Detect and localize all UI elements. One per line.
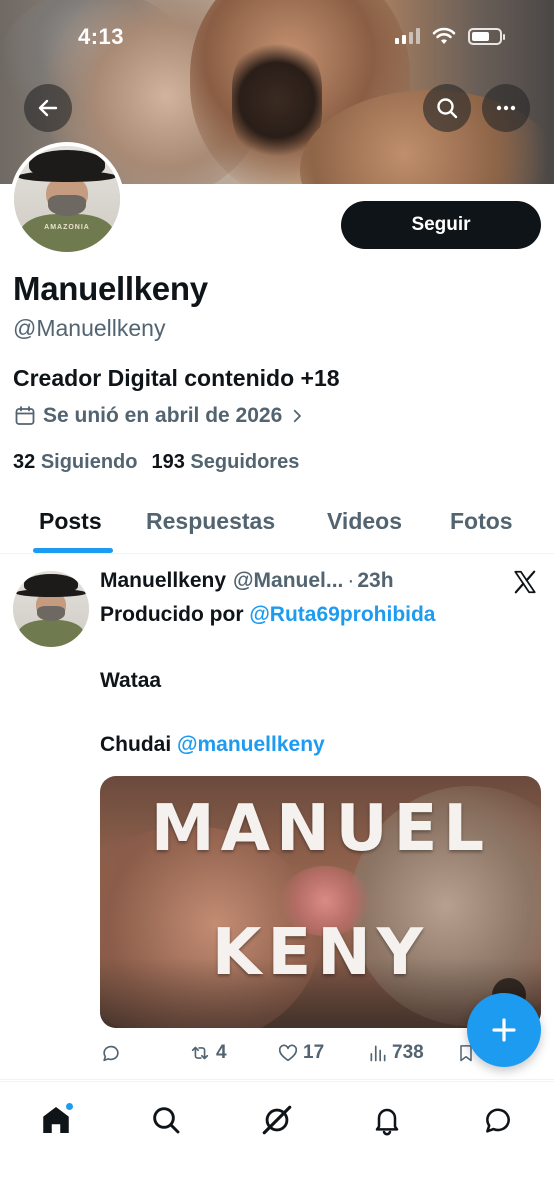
post-text-prefix: Producido por bbox=[100, 603, 250, 626]
x-logo-icon bbox=[514, 570, 536, 594]
messages-icon bbox=[486, 1108, 510, 1133]
tab-respuestas[interactable]: Respuestas bbox=[146, 508, 275, 535]
profile-handle: @Manuellkeny bbox=[13, 315, 166, 341]
battery-icon bbox=[468, 27, 505, 45]
nav-messages[interactable] bbox=[478, 1100, 518, 1140]
post-author-handle[interactable]: @Manuel... bbox=[233, 569, 343, 593]
post-timestamp[interactable]: 23h bbox=[357, 569, 393, 593]
more-horizontal-icon bbox=[496, 105, 516, 111]
arrow-left-icon bbox=[38, 99, 58, 117]
nav-home[interactable] bbox=[36, 1100, 76, 1140]
follow-button[interactable]: Seguir bbox=[341, 201, 541, 249]
profile-bio: Creador Digital contenido +18 bbox=[13, 365, 340, 391]
more-options-button[interactable] bbox=[482, 84, 530, 132]
followers-label: Seguidores bbox=[190, 451, 300, 473]
tab-posts[interactable]: Posts bbox=[39, 508, 102, 535]
search-icon bbox=[153, 1107, 180, 1134]
mention-link[interactable]: @Ruta69prohibida bbox=[249, 603, 435, 626]
back-button[interactable] bbox=[24, 84, 72, 132]
like-count: 17 bbox=[303, 1042, 325, 1063]
media-title-line-1: MANUEL bbox=[150, 792, 491, 866]
search-icon bbox=[437, 98, 458, 119]
display-name: Manuellkeny bbox=[13, 270, 208, 307]
mention-link[interactable]: @manuellkeny bbox=[177, 733, 325, 756]
views-button[interactable]: 738 bbox=[368, 1042, 424, 1064]
tab-fotos[interactable]: Fotos bbox=[450, 508, 513, 535]
wifi-icon bbox=[432, 27, 456, 44]
plus-icon bbox=[492, 1018, 516, 1042]
status-time: 4:13 bbox=[78, 24, 125, 49]
nav-notifications[interactable] bbox=[367, 1100, 407, 1140]
following-link[interactable]: 32 Siguiendo bbox=[13, 451, 137, 474]
profile-tabs: Posts Respuestas Videos Fotos bbox=[0, 494, 554, 554]
post-text-prefix: Chudai bbox=[100, 733, 177, 756]
repost-icon bbox=[191, 1046, 209, 1060]
bottom-navigation bbox=[0, 1081, 554, 1200]
tab-videos[interactable]: Videos bbox=[327, 508, 402, 535]
following-label: Siguiendo bbox=[40, 451, 138, 473]
following-count: 32 bbox=[13, 451, 36, 473]
post-text-line-3: Chudai @manuellkeny bbox=[100, 733, 325, 757]
post-header: Manuellkeny @Manuel... · 23h bbox=[100, 569, 394, 593]
heart-icon bbox=[278, 1044, 298, 1062]
repost-button[interactable]: 4 bbox=[188, 1042, 227, 1064]
calendar-icon bbox=[15, 406, 35, 425]
like-button[interactable]: 17 bbox=[277, 1042, 324, 1064]
compose-post-button[interactable] bbox=[467, 993, 541, 1067]
status-bar: 4:13 bbox=[0, 0, 554, 76]
post-author-avatar[interactable] bbox=[13, 571, 89, 647]
views-chart-icon bbox=[370, 1045, 386, 1062]
home-notification-dot bbox=[65, 1102, 74, 1111]
views-count: 738 bbox=[392, 1042, 424, 1063]
post-media-video[interactable]: MANUEL KENY bbox=[100, 776, 541, 1028]
grok-icon bbox=[262, 1105, 292, 1135]
followers-count: 193 bbox=[151, 451, 185, 473]
nav-explore[interactable] bbox=[146, 1100, 186, 1140]
joined-text: Se unió en abril de 2026 bbox=[43, 404, 283, 427]
profile-avatar[interactable]: AMAZONIA bbox=[10, 142, 124, 256]
reply-button[interactable] bbox=[100, 1042, 126, 1064]
post-item[interactable]: Manuellkeny @Manuel... · 23h Producido p… bbox=[0, 555, 554, 1080]
post-text-line-1: Producido por @Ruta69prohibida bbox=[100, 603, 436, 627]
notifications-bell-icon bbox=[375, 1108, 399, 1136]
post-separator: · bbox=[347, 569, 355, 592]
search-button[interactable] bbox=[423, 84, 471, 132]
active-tab-indicator bbox=[33, 548, 113, 553]
followers-link[interactable]: 193 Seguidores bbox=[151, 451, 299, 474]
joined-date[interactable]: Se unió en abril de 2026 bbox=[13, 404, 306, 428]
cellular-signal-icon bbox=[395, 28, 420, 44]
follow-stats: 32 Siguiendo 193 Seguidores bbox=[13, 451, 299, 474]
post-text-line-2: Wataa bbox=[100, 669, 162, 692]
post-author-name[interactable]: Manuellkeny bbox=[100, 569, 226, 593]
repost-count: 4 bbox=[216, 1042, 227, 1063]
reply-icon bbox=[103, 1045, 119, 1062]
media-title-line-2: KENY bbox=[211, 916, 430, 990]
chevron-right-icon bbox=[294, 409, 302, 423]
nav-grok[interactable] bbox=[257, 1100, 297, 1140]
